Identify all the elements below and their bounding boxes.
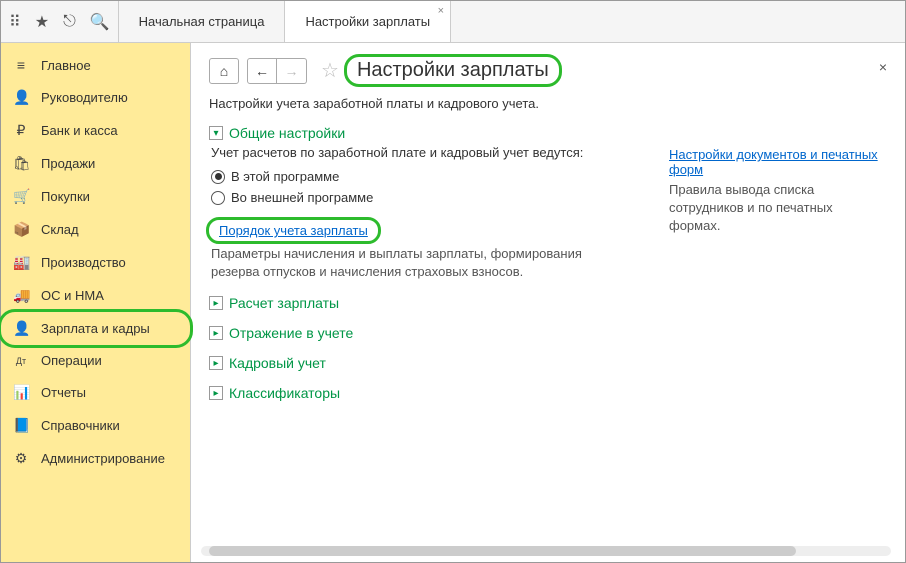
section-classif-label: Классификаторы (229, 385, 340, 401)
sidebar-item-sales[interactable]: 🛍 Продажи (1, 147, 190, 180)
sidebar-item-main[interactable]: ≡ Главное (1, 49, 190, 81)
home-button[interactable]: ⌂ (209, 58, 239, 84)
sidebar-item-bank[interactable]: ₽ Банк и касса (1, 114, 190, 147)
cart-icon: 🛒 (13, 188, 29, 205)
sidebar-item-label: Справочники (41, 418, 120, 433)
person-icon: 👤 (13, 320, 29, 337)
horizontal-scrollbar[interactable] (201, 546, 891, 556)
sidebar-item-operations[interactable]: Дт Операции (1, 345, 190, 376)
sidebar-item-admin[interactable]: ⚙ Администрирование (1, 442, 190, 475)
book-icon: 📘 (13, 417, 29, 434)
sidebar-item-label: Администрирование (41, 451, 165, 466)
sidebar-item-label: Покупки (41, 189, 90, 204)
section-classif[interactable]: ▸ Классификаторы (209, 385, 629, 401)
sidebar-item-label: Банк и касса (41, 123, 118, 138)
expand-icon: ▸ (209, 356, 223, 370)
close-icon[interactable]: × (438, 5, 444, 17)
scrollbar-thumb[interactable] (209, 546, 796, 556)
radio-this-program[interactable]: В этой программе (211, 166, 629, 187)
sidebar-item-manager[interactable]: 👤 Руководителю (1, 81, 190, 114)
history-icon[interactable]: ⎋ (63, 13, 76, 31)
page-subtitle: Настройки учета заработной платы и кадро… (209, 96, 887, 111)
section-reflect-label: Отражение в учете (229, 325, 353, 341)
user-icon: 👤 (13, 89, 29, 106)
search-icon[interactable]: 🔍 (90, 12, 110, 32)
operations-icon: Дт (13, 356, 29, 366)
ruble-icon: ₽ (13, 122, 29, 139)
gear-icon: ⚙ (13, 450, 29, 467)
section-calc[interactable]: ▸ Расчет зарплаты (209, 295, 629, 311)
sidebar-item-label: Отчеты (41, 385, 86, 400)
sidebar: ≡ Главное 👤 Руководителю ₽ Банк и касса 🛍 Пр… (1, 43, 191, 562)
salary-order-desc: Параметры начисления и выплаты зарплаты,… (211, 245, 629, 281)
section-reflect[interactable]: ▸ Отражение в учете (209, 325, 629, 341)
chart-icon: 📊 (13, 384, 29, 401)
sidebar-item-assets[interactable]: 🚚 ОС и НМА (1, 279, 190, 312)
general-desc: Учет расчетов по заработной плате и кадр… (211, 145, 629, 160)
sidebar-item-purchases[interactable]: 🛒 Покупки (1, 180, 190, 213)
tab-settings[interactable]: Настройки зарплаты × (285, 1, 451, 42)
apps-icon[interactable]: ⠿ (9, 12, 21, 32)
sidebar-item-label: Главное (41, 58, 91, 73)
salary-order-link[interactable]: Порядок учета зарплаты (219, 223, 368, 238)
sidebar-item-label: Операции (41, 353, 102, 368)
docs-settings-link[interactable]: Настройки документов и печатных форм (669, 147, 887, 177)
expand-icon: ▸ (209, 296, 223, 310)
box-icon: 📦 (13, 221, 29, 238)
truck-icon: 🚚 (13, 287, 29, 304)
star-icon[interactable]: ★ (35, 12, 49, 32)
sidebar-item-label: ОС и НМА (41, 288, 104, 303)
menu-icon: ≡ (13, 57, 29, 73)
radio-label: Во внешней программе (231, 190, 373, 205)
sidebar-item-label: Зарплата и кадры (41, 321, 150, 336)
factory-icon: 🏭 (13, 254, 29, 271)
expand-icon: ▸ (209, 386, 223, 400)
radio-external-program[interactable]: Во внешней программе (211, 187, 629, 208)
sidebar-item-label: Производство (41, 255, 126, 270)
sidebar-item-refs[interactable]: 📘 Справочники (1, 409, 190, 442)
expand-icon: ▸ (209, 326, 223, 340)
favorite-star-icon[interactable]: ☆ (321, 58, 339, 83)
sidebar-item-label: Склад (41, 222, 79, 237)
section-general[interactable]: ▾ Общие настройки (209, 125, 629, 141)
section-hr[interactable]: ▸ Кадровый учет (209, 355, 629, 371)
collapse-icon: ▾ (209, 126, 223, 140)
section-hr-label: Кадровый учет (229, 355, 326, 371)
section-calc-label: Расчет зарплаты (229, 295, 339, 311)
sidebar-item-reports[interactable]: 📊 Отчеты (1, 376, 190, 409)
sidebar-item-production[interactable]: 🏭 Производство (1, 246, 190, 279)
sidebar-item-label: Руководителю (41, 90, 128, 105)
bag-icon: 🛍 (13, 155, 29, 172)
tab-home[interactable]: Начальная страница (119, 1, 286, 42)
tab-home-label: Начальная страница (139, 14, 265, 29)
docs-settings-desc: Правила вывода списка сотрудников и по п… (669, 181, 887, 236)
radio-icon (211, 170, 225, 184)
back-button[interactable]: ← (247, 58, 277, 84)
salary-order-link-box: Порядок учета зарплаты (209, 220, 378, 241)
radio-label: В этой программе (231, 169, 339, 184)
forward-button[interactable]: → (277, 58, 307, 84)
close-page-button[interactable]: × (879, 59, 887, 75)
radio-icon (211, 191, 225, 205)
sidebar-item-salary[interactable]: 👤 Зарплата и кадры (1, 312, 190, 345)
tab-settings-label: Настройки зарплаты (305, 14, 430, 29)
page-title: Настройки зарплаты (347, 57, 559, 84)
section-general-label: Общие настройки (229, 125, 345, 141)
sidebar-item-warehouse[interactable]: 📦 Склад (1, 213, 190, 246)
sidebar-item-label: Продажи (41, 156, 95, 171)
